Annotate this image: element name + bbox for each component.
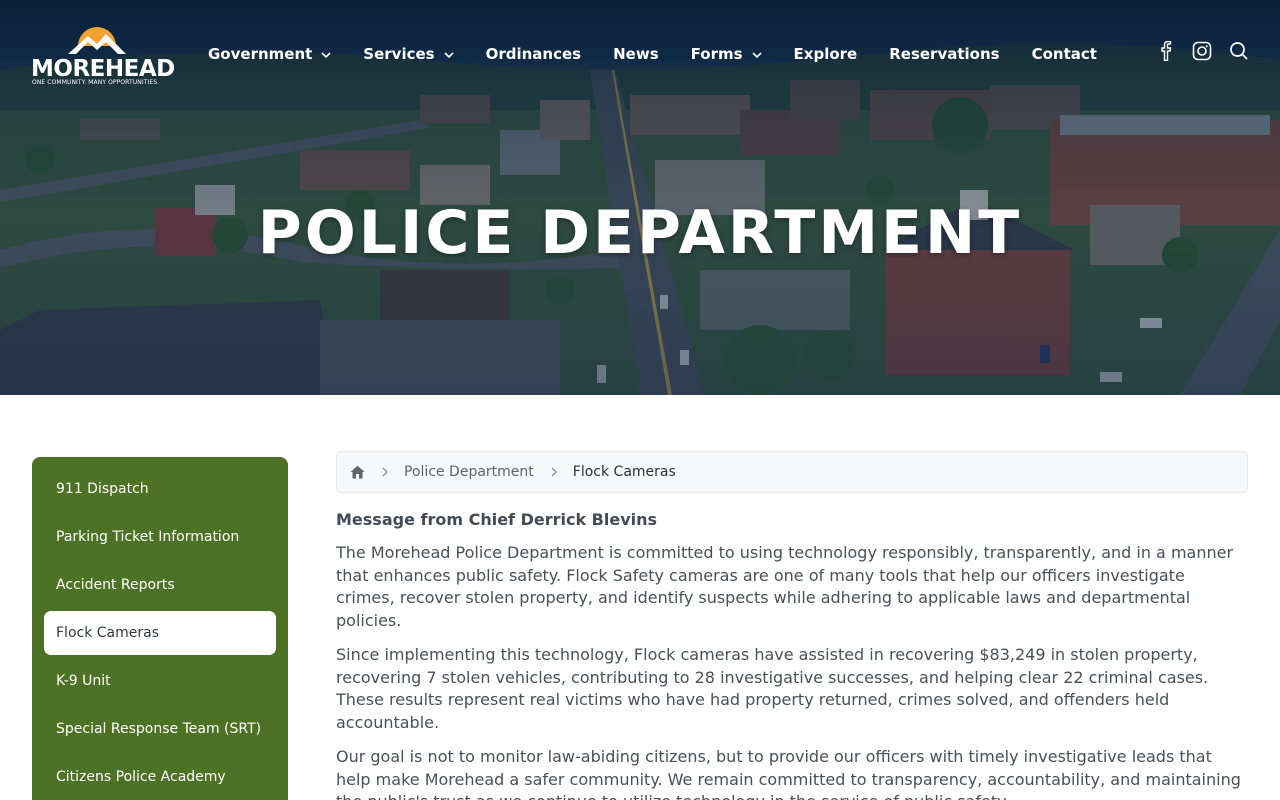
- search-button[interactable]: [1229, 41, 1249, 61]
- nav-explore[interactable]: Explore: [794, 45, 858, 63]
- chevron-down-icon: [751, 52, 762, 59]
- nav-government[interactable]: Government: [208, 45, 331, 63]
- site-logo[interactable]: MOREHEAD ONE COMMUNITY. MANY OPPORTUNITI…: [30, 22, 175, 88]
- hero-banner: MOREHEAD ONE COMMUNITY. MANY OPPORTUNITI…: [0, 0, 1280, 395]
- nav-services[interactable]: Services: [363, 45, 454, 63]
- content-heading: Message from Chief Derrick Blevins: [336, 510, 658, 529]
- page-title: POLICE DEPARTMENT: [257, 198, 1023, 268]
- chevron-down-icon: [321, 52, 331, 59]
- nav-label: Government: [208, 45, 313, 63]
- nav-label: Services: [363, 45, 435, 63]
- content-paragraph: Our goal is not to monitor law-abiding c…: [336, 747, 1241, 800]
- section-sidebar: 911 Dispatch Parking Ticket Information …: [32, 457, 288, 800]
- main-nav: Government Services Ordinances News Form…: [208, 44, 1129, 64]
- chevron-right-icon: [382, 467, 388, 477]
- sidebar-item-srt[interactable]: Special Response Team (SRT): [44, 707, 276, 751]
- nav-label: Reservations: [889, 45, 1000, 63]
- nav-reservations[interactable]: Reservations: [889, 45, 999, 63]
- search-icon: [1230, 42, 1248, 60]
- main-content: Message from Chief Derrick Blevins The M…: [336, 510, 1248, 800]
- facebook-link[interactable]: [1157, 41, 1175, 61]
- logo-tagline: ONE COMMUNITY. MANY OPPORTUNITIES.: [32, 79, 160, 86]
- sidebar-item-flock-cameras[interactable]: Flock Cameras: [44, 611, 276, 655]
- nav-label: Ordinances: [485, 45, 582, 63]
- sidebar-item-citizens-academy[interactable]: Citizens Police Academy: [44, 755, 276, 799]
- sidebar-item-k9-unit[interactable]: K-9 Unit: [44, 659, 276, 703]
- logo-mountain-sun-icon: [68, 27, 126, 54]
- sidebar-item-accident-reports[interactable]: Accident Reports: [44, 563, 276, 607]
- content-paragraph: The Morehead Police Department is commit…: [336, 543, 1234, 630]
- nav-news[interactable]: News: [613, 45, 659, 63]
- facebook-icon: [1161, 41, 1172, 61]
- nav-label: Explore: [793, 45, 858, 63]
- nav-label: Contact: [1031, 45, 1097, 63]
- sidebar-item-911-dispatch[interactable]: 911 Dispatch: [44, 467, 276, 511]
- nav-label: News: [613, 45, 659, 63]
- chevron-down-icon: [444, 52, 454, 59]
- nav-ordinances[interactable]: Ordinances: [486, 45, 582, 63]
- breadcrumb: Police Department Flock Cameras: [336, 451, 1248, 493]
- home-icon[interactable]: [350, 465, 365, 479]
- sidebar-item-parking-ticket[interactable]: Parking Ticket Information: [44, 515, 276, 559]
- nav-contact[interactable]: Contact: [1032, 45, 1097, 63]
- nav-forms[interactable]: Forms: [691, 45, 762, 63]
- breadcrumb-current: Flock Cameras: [572, 464, 676, 480]
- breadcrumb-police-department[interactable]: Police Department: [404, 464, 534, 480]
- instagram-link[interactable]: [1192, 41, 1212, 61]
- content-paragraph: Since implementing this technology, Floc…: [336, 645, 1209, 732]
- chevron-right-icon: [551, 467, 557, 477]
- instagram-icon: [1192, 41, 1212, 61]
- nav-label: Forms: [690, 45, 743, 63]
